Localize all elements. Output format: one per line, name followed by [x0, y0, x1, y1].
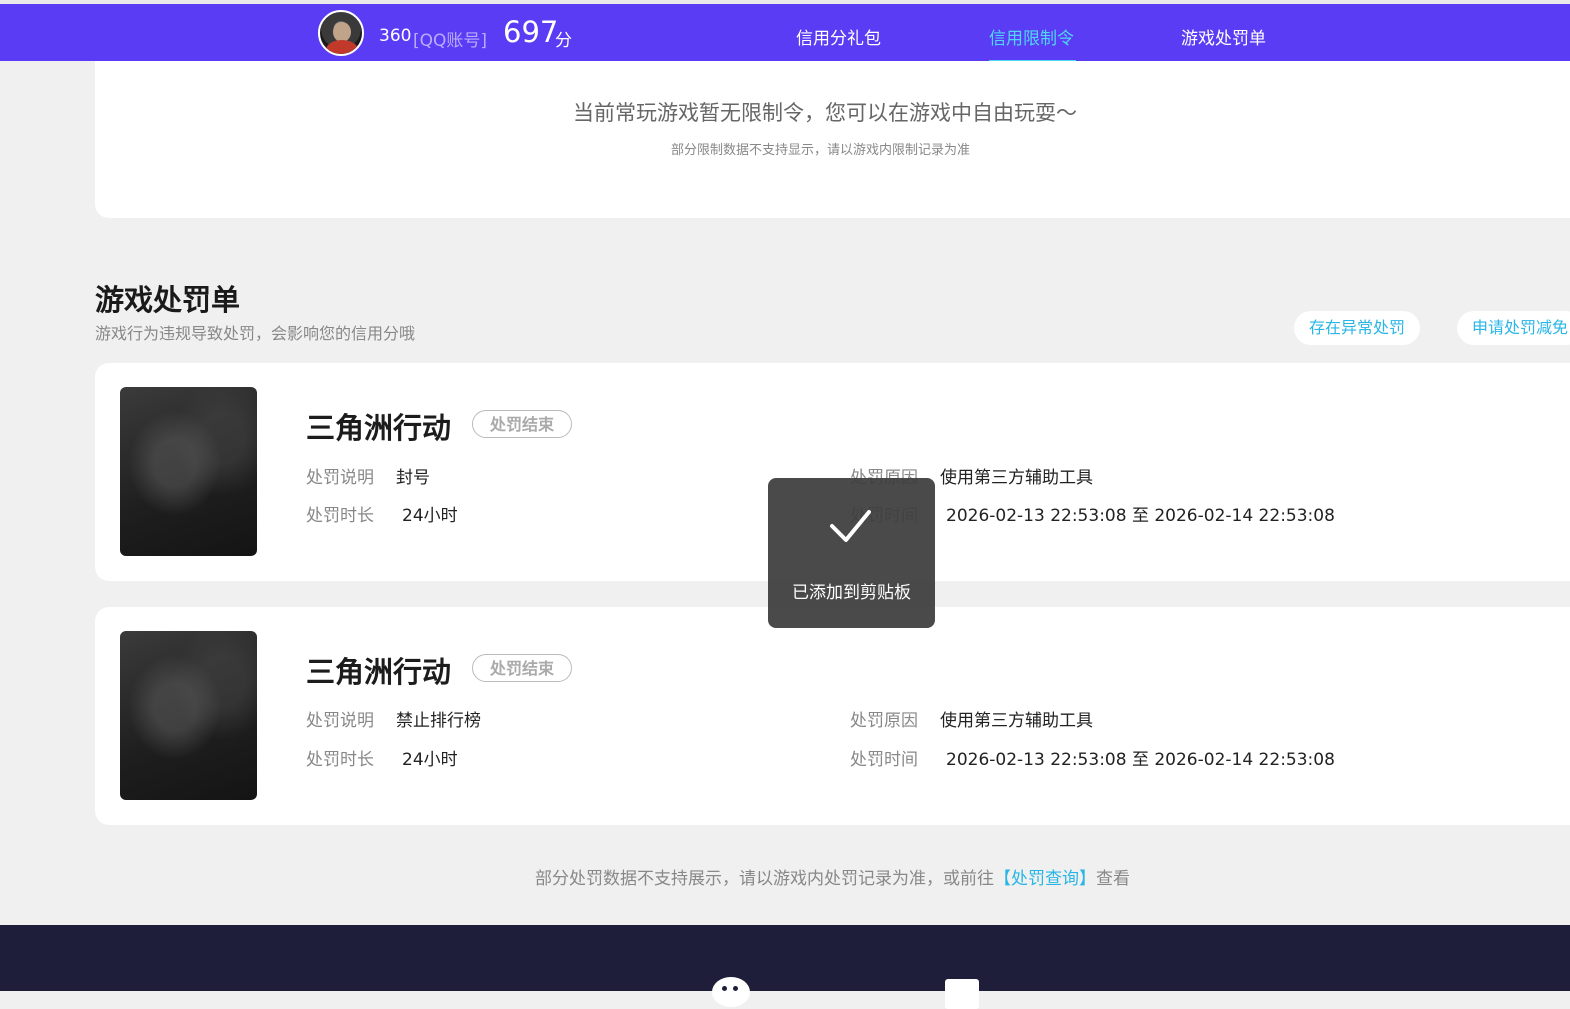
penalty-duration-label: 处罚时长: [306, 750, 374, 770]
footer-note: 部分处罚数据不支持展示，请以游戏内处罚记录为准，或前往【处罚查询】查看: [535, 864, 1130, 889]
penalty-duration-label: 处罚时长: [306, 506, 374, 526]
tab-credit-limit[interactable]: 信用限制令: [989, 24, 1074, 49]
game-name: 三角洲行动: [306, 411, 452, 445]
status-badge: 处罚结束: [472, 410, 573, 438]
page-footer: [0, 925, 1570, 1009]
penalty-desc-value: 禁止排行榜: [396, 711, 481, 731]
game-thumbnail: [120, 387, 257, 556]
checkmark-icon: [830, 510, 871, 542]
account-number: 360: [379, 26, 412, 46]
apply-reduction-button[interactable]: 申请处罚减免: [1457, 311, 1570, 345]
penalty-duration-value: 24小时: [402, 506, 458, 526]
section-subtitle: 游戏行为违规导致处罚，会影响您的信用分哦: [95, 324, 416, 343]
clipboard-toast: 已添加到剪贴板: [768, 478, 935, 628]
penalty-record: 三角洲行动 处罚结束 处罚说明 禁止排行榜 处罚时长 24小时 处罚原因 使用第…: [95, 607, 1570, 825]
abnormal-penalty-button[interactable]: 存在异常处罚: [1294, 311, 1421, 345]
credit-score: 697: [503, 15, 559, 49]
penalty-reason-label: 处罚原因: [850, 711, 918, 731]
avatar[interactable]: [318, 10, 364, 56]
penalty-duration-value: 24小时: [402, 750, 458, 770]
game-name: 三角洲行动: [306, 655, 452, 689]
limit-note: 部分限制数据不支持显示，请以游戏内限制记录为准: [671, 143, 971, 158]
footer-note-prefix: 部分处罚数据不支持展示，请以游戏内处罚记录为准，或前往: [535, 869, 994, 889]
mobile-icon[interactable]: [945, 979, 979, 1009]
credit-score-unit: 分: [555, 31, 572, 51]
penalty-time-value: 2026-02-13 22:53:08 至 2026-02-14 22:53:0…: [946, 750, 1335, 770]
penalty-desc-label: 处罚说明: [306, 468, 374, 488]
limit-message: 当前常玩游戏暂无限制令，您可以在游戏中自由玩耍～: [573, 101, 1077, 125]
section-title: 游戏处罚单: [95, 283, 241, 317]
penalty-desc-label: 处罚说明: [306, 711, 374, 731]
penalty-desc-value: 封号: [396, 468, 430, 488]
account-type: [QQ账号]: [413, 31, 488, 51]
top-bar: 360 [QQ账号] 697 分 信用分礼包 信用限制令 游戏处罚单: [0, 0, 1570, 63]
penalty-time-label: 处罚时间: [850, 750, 918, 770]
penalty-time-value: 2026-02-13 22:53:08 至 2026-02-14 22:53:0…: [946, 506, 1335, 526]
toast-message: 已添加到剪贴板: [792, 583, 911, 603]
tab-game-penalty[interactable]: 游戏处罚单: [1181, 24, 1266, 49]
tab-credit-gift[interactable]: 信用分礼包: [796, 24, 881, 49]
footer-note-suffix: 查看: [1096, 869, 1130, 889]
penalty-reason-value: 使用第三方辅助工具: [940, 711, 1093, 731]
limit-card: 当前常玩游戏暂无限制令，您可以在游戏中自由玩耍～ 部分限制数据不支持显示，请以游…: [95, 61, 1570, 218]
wechat-icon[interactable]: [712, 977, 750, 1007]
penalty-query-link[interactable]: 【处罚查询】: [994, 869, 1096, 889]
penalty-reason-value: 使用第三方辅助工具: [940, 468, 1093, 488]
status-badge: 处罚结束: [472, 654, 573, 682]
game-thumbnail: [120, 631, 257, 800]
